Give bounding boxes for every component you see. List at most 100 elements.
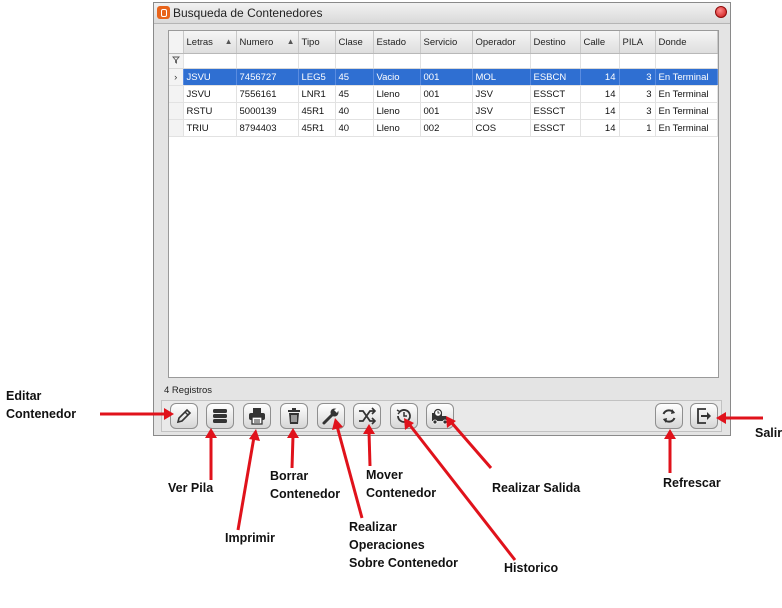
- label-operaciones-line1: Realizar: [349, 520, 397, 534]
- cell-numero[interactable]: 8794403: [236, 119, 299, 137]
- filter-cell-letras[interactable]: [183, 53, 237, 69]
- row-indicator[interactable]: [169, 119, 184, 137]
- operations-button[interactable]: [317, 403, 345, 429]
- filter-row[interactable]: [169, 53, 718, 69]
- truck-clock-icon: [432, 408, 448, 425]
- filter-icon[interactable]: [169, 53, 184, 69]
- exit-container-button[interactable]: [426, 403, 454, 429]
- cell-numero[interactable]: 5000139: [236, 102, 299, 120]
- cell-pila[interactable]: 3: [619, 85, 656, 103]
- filter-cell-estado[interactable]: [373, 53, 421, 69]
- cell-estado[interactable]: Vacio: [373, 68, 421, 86]
- row-indicator[interactable]: [169, 102, 184, 120]
- cell-letras[interactable]: RSTU: [183, 102, 237, 120]
- history-button[interactable]: [390, 403, 418, 429]
- row-indicator[interactable]: [169, 85, 184, 103]
- delete-button[interactable]: [280, 403, 308, 429]
- cell-calle[interactable]: 14: [580, 68, 620, 86]
- filter-cell-donde[interactable]: [655, 53, 718, 69]
- table-row[interactable]: RSTU 5000139 45R1 40 Lleno 001 JSV ESSCT 14 3 En T…: [169, 102, 718, 120]
- print-button[interactable]: [243, 403, 271, 429]
- table-row[interactable]: › JSVU 7456727 LEG5 45 Vacio 001 MOL ESBCN 14 3 En …: [169, 68, 718, 86]
- cell-destino[interactable]: ESSCT: [530, 102, 581, 120]
- column-header-calle[interactable]: Calle: [580, 31, 620, 54]
- cell-destino[interactable]: ESSCT: [530, 85, 581, 103]
- filter-cell-numero[interactable]: [236, 53, 299, 69]
- cell-tipo[interactable]: LEG5: [298, 68, 336, 86]
- cell-operador[interactable]: JSV: [472, 85, 531, 103]
- column-header-operador[interactable]: Operador: [472, 31, 531, 54]
- column-header-tipo[interactable]: Tipo: [298, 31, 336, 54]
- cell-letras[interactable]: JSVU: [183, 85, 237, 103]
- cell-servicio[interactable]: 001: [420, 102, 473, 120]
- column-header-destino[interactable]: Destino: [530, 31, 581, 54]
- title-bar[interactable]: Busqueda de Contenedores: [154, 3, 730, 24]
- column-header-donde[interactable]: Donde: [655, 31, 718, 54]
- cell-pila[interactable]: 3: [619, 102, 656, 120]
- cell-calle[interactable]: 14: [580, 85, 620, 103]
- wrench-icon: [322, 408, 339, 425]
- move-button[interactable]: [353, 403, 381, 429]
- column-header-clase[interactable]: Clase: [335, 31, 374, 54]
- cell-donde[interactable]: En Terminal: [655, 102, 718, 120]
- cell-servicio[interactable]: 002: [420, 119, 473, 137]
- history-icon: [396, 409, 411, 423]
- cell-tipo[interactable]: 45R1: [298, 119, 336, 137]
- cell-numero[interactable]: 7456727: [236, 68, 299, 86]
- cell-pila[interactable]: 1: [619, 119, 656, 137]
- printer-icon: [249, 408, 265, 425]
- column-header-label: Estado: [376, 36, 407, 48]
- cell-clase[interactable]: 40: [335, 102, 374, 120]
- cell-clase[interactable]: 45: [335, 85, 374, 103]
- column-header-label: Clase: [338, 36, 363, 48]
- label-imprimir: Imprimir: [225, 531, 276, 545]
- cell-letras[interactable]: JSVU: [183, 68, 237, 86]
- label-mover-line1: Mover: [366, 468, 403, 482]
- column-header-pila[interactable]: PILA: [619, 31, 656, 54]
- cell-donde[interactable]: En Terminal: [655, 85, 718, 103]
- cell-destino[interactable]: ESBCN: [530, 68, 581, 86]
- cell-donde[interactable]: En Terminal: [655, 68, 718, 86]
- column-header-estado[interactable]: Estado: [373, 31, 421, 54]
- cell-clase[interactable]: 40: [335, 119, 374, 137]
- filter-cell-pila[interactable]: [619, 53, 656, 69]
- filter-cell-servicio[interactable]: [420, 53, 473, 69]
- refresh-icon: [662, 409, 676, 423]
- filter-cell-calle[interactable]: [580, 53, 620, 69]
- view-stack-button[interactable]: [206, 403, 234, 429]
- cell-operador[interactable]: MOL: [472, 68, 531, 86]
- table-row[interactable]: JSVU 7556161 LNR1 45 Lleno 001 JSV ESSCT 14 3 En T…: [169, 85, 718, 103]
- cell-servicio[interactable]: 001: [420, 68, 473, 86]
- table-row[interactable]: TRIU 8794403 45R1 40 Lleno 002 COS ESSCT 14 1 En T…: [169, 119, 718, 137]
- cell-estado[interactable]: Lleno: [373, 119, 421, 137]
- cell-clase[interactable]: 45: [335, 68, 374, 86]
- cell-pila[interactable]: 3: [619, 68, 656, 86]
- cell-operador[interactable]: JSV: [472, 102, 531, 120]
- cell-calle[interactable]: 14: [580, 102, 620, 120]
- filter-cell-operador[interactable]: [472, 53, 531, 69]
- column-header-numero[interactable]: Numero ▲: [236, 31, 299, 54]
- cell-tipo[interactable]: LNR1: [298, 85, 336, 103]
- cell-letras[interactable]: TRIU: [183, 119, 237, 137]
- close-window-button[interactable]: [690, 403, 718, 429]
- refresh-button[interactable]: [655, 403, 683, 429]
- column-header-label: Operador: [475, 36, 516, 48]
- cell-calle[interactable]: 14: [580, 119, 620, 137]
- cell-donde[interactable]: En Terminal: [655, 119, 718, 137]
- cell-operador[interactable]: COS: [472, 119, 531, 137]
- cell-numero[interactable]: 7556161: [236, 85, 299, 103]
- column-header-label: Numero: [239, 36, 274, 48]
- filter-cell-tipo[interactable]: [298, 53, 336, 69]
- column-header-servicio[interactable]: Servicio: [420, 31, 473, 54]
- column-header-letras[interactable]: Letras ▲: [183, 31, 237, 54]
- filter-cell-clase[interactable]: [335, 53, 374, 69]
- cell-estado[interactable]: Lleno: [373, 102, 421, 120]
- cell-servicio[interactable]: 001: [420, 85, 473, 103]
- filter-cell-destino[interactable]: [530, 53, 581, 69]
- cell-estado[interactable]: Lleno: [373, 85, 421, 103]
- close-icon[interactable]: [715, 6, 727, 18]
- edit-button[interactable]: [170, 403, 198, 429]
- cell-tipo[interactable]: 45R1: [298, 102, 336, 120]
- current-row-indicator-icon[interactable]: ›: [169, 68, 184, 86]
- cell-destino[interactable]: ESSCT: [530, 119, 581, 137]
